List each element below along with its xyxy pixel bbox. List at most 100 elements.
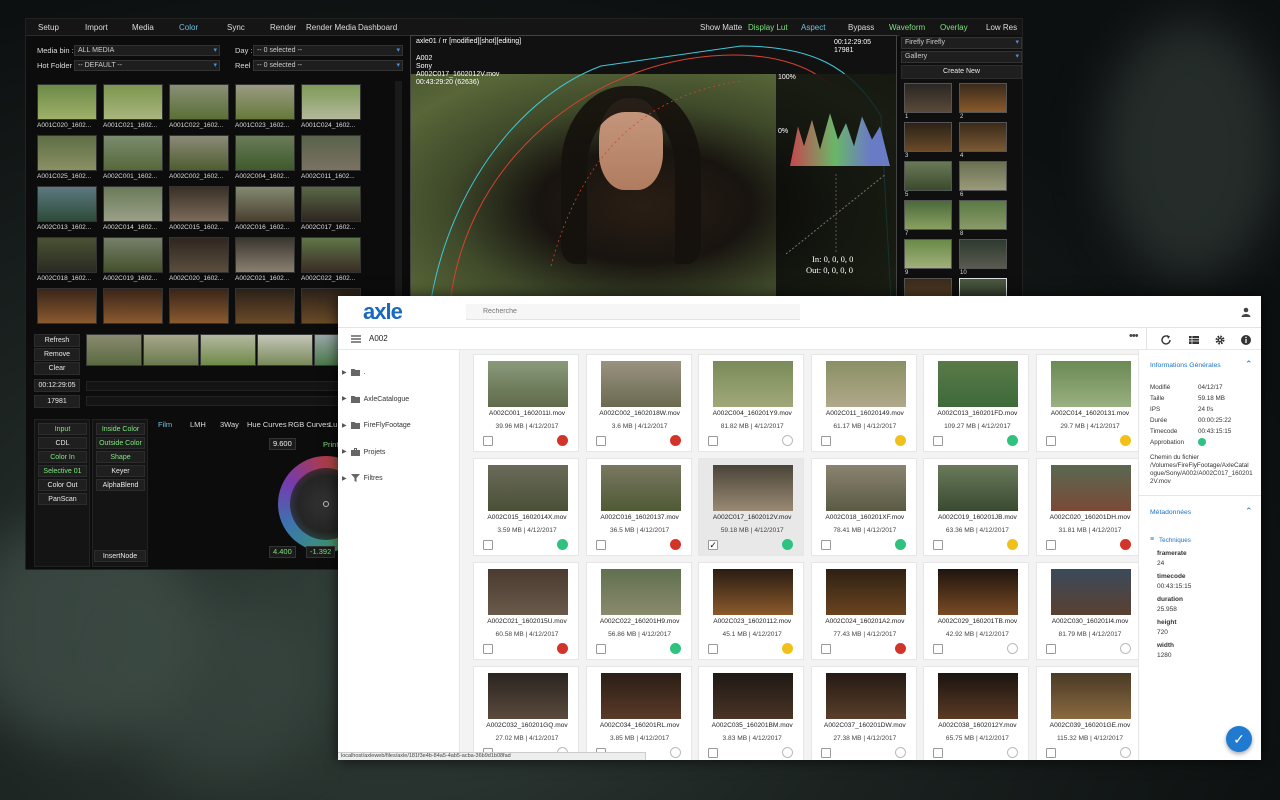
reel-dropdown[interactable]: -- 0 selected -- (253, 60, 403, 71)
status-dot[interactable] (782, 539, 794, 550)
file-card[interactable]: A002C013_160201FD.mov 109.27 MB | 4/12/20… (923, 354, 1030, 452)
gallery-thumbnail[interactable] (904, 83, 952, 113)
timeline-track[interactable] (86, 396, 364, 406)
chevron-up-icon[interactable]: ⌃ (1245, 359, 1253, 370)
file-card[interactable]: A002C014_16020131.mov 29.7 MB | 4/12/2017 (1036, 354, 1138, 452)
refresh-icon[interactable] (1160, 334, 1172, 346)
node-alphablend[interactable]: AlphaBlend (96, 479, 145, 491)
gallery-thumbnail[interactable] (959, 122, 1007, 152)
status-dot[interactable] (669, 643, 681, 654)
bin-clip-thumbnail[interactable] (103, 186, 163, 222)
confirm-fab-button[interactable]: ✓ (1226, 726, 1252, 752)
file-card[interactable]: A002C021_1602015U.mov 60.58 MB | 4/12/201… (473, 562, 579, 660)
node-shape[interactable]: Shape (96, 451, 145, 463)
file-card[interactable]: A002C017_1602012V.mov 59.18 MB | 4/12/201… (698, 458, 805, 556)
menu-show-matte[interactable]: Show Matte (700, 23, 742, 32)
status-dot[interactable] (1007, 539, 1019, 550)
list-view-icon[interactable] (1188, 334, 1200, 346)
node-keyer[interactable]: Keyer (96, 465, 145, 477)
bin-clip-thumbnail[interactable] (235, 237, 295, 273)
status-dot[interactable] (1120, 539, 1131, 550)
tab-film[interactable]: Film (158, 420, 172, 429)
status-dot[interactable] (669, 747, 681, 758)
menu-color[interactable]: Color (179, 23, 198, 32)
value-bottom-right[interactable]: -1.392 (306, 546, 336, 558)
file-card[interactable]: A002C020_160201DH.mov 31.81 MB | 4/12/201… (1036, 458, 1138, 556)
status-dot[interactable] (1007, 747, 1019, 758)
file-card[interactable]: A002C037_160201DW.mov 27.38 MB | 4/12/201… (810, 666, 917, 760)
status-dot[interactable] (1120, 747, 1131, 758)
bin-clip-thumbnail[interactable] (169, 237, 229, 273)
bin-clip-thumbnail[interactable] (169, 186, 229, 222)
file-thumbnail[interactable] (1051, 361, 1131, 407)
node-inside-color[interactable]: Inside Color (96, 423, 145, 435)
file-thumbnail[interactable] (825, 361, 906, 407)
status-dot[interactable] (782, 643, 794, 654)
bin-clip-thumbnail[interactable] (169, 84, 229, 120)
gallery-thumbnail[interactable] (959, 200, 1007, 230)
bin-clip-thumbnail[interactable] (301, 237, 361, 273)
bin-clip-thumbnail[interactable] (235, 186, 295, 222)
account-icon[interactable] (1241, 307, 1251, 317)
bin-clip-thumbnail[interactable] (169, 135, 229, 171)
file-card[interactable]: A002C002_1602018W.mov 3.6 MB | 4/12/2017 (585, 354, 692, 452)
timeline-track[interactable] (86, 381, 364, 391)
file-thumbnail[interactable] (713, 465, 794, 511)
file-checkbox[interactable] (820, 748, 831, 758)
file-checkbox[interactable] (483, 540, 493, 550)
bin-clip-thumbnail[interactable] (301, 186, 361, 222)
bin-clip-thumbnail[interactable] (37, 135, 97, 171)
timeline-clip[interactable] (200, 334, 256, 366)
file-thumbnail[interactable] (938, 673, 1019, 719)
more-icon[interactable]: ••• (1129, 330, 1139, 342)
menu-setup[interactable]: Setup (38, 23, 59, 32)
file-checkbox[interactable] (1046, 748, 1056, 758)
gallery-thumbnail[interactable] (904, 239, 952, 269)
gallery-thumbnail[interactable] (959, 239, 1007, 269)
search-input[interactable] (466, 304, 800, 320)
file-checkbox[interactable] (933, 644, 944, 654)
tree-item-projets[interactable]: ▶ Projets (342, 447, 385, 456)
node-outside-color[interactable]: Outside Color (96, 437, 145, 449)
tab-rgb-curves[interactable]: RGB Curves (288, 420, 330, 429)
project-dropdown[interactable]: Firefly Firefly (901, 37, 1022, 49)
value-bottom-left[interactable]: 4.400 (269, 546, 296, 558)
menu-overlay[interactable]: Overlay (940, 23, 968, 32)
day-dropdown[interactable]: -- 0 selected -- (253, 45, 403, 56)
file-thumbnail[interactable] (825, 673, 906, 719)
tree-item-root[interactable]: ▶. (342, 368, 366, 376)
file-checkbox[interactable] (933, 436, 944, 446)
menu-sync[interactable]: Sync (227, 23, 245, 32)
viewer[interactable]: 100% 0% In: 0, 0, 0, 0 Out: 0, 0, 0, 0 a… (410, 35, 897, 299)
file-checkbox[interactable] (595, 540, 606, 550)
tree-item-fireflyfootage[interactable]: ▶ FireFlyFootage (342, 421, 411, 429)
file-thumbnail[interactable] (600, 673, 681, 719)
file-thumbnail[interactable] (488, 465, 568, 511)
file-card[interactable]: A002C004_160201Y9.mov 81.82 MB | 4/12/201… (698, 354, 805, 452)
file-checkbox[interactable] (708, 436, 719, 446)
file-thumbnail[interactable] (600, 465, 681, 511)
file-thumbnail[interactable] (488, 569, 568, 615)
bin-clip-thumbnail[interactable] (235, 135, 295, 171)
chevron-right-icon[interactable]: ▶ (342, 449, 347, 455)
status-dot[interactable] (782, 435, 794, 446)
menu-display-lut[interactable]: Display Lut (748, 23, 788, 32)
status-dot[interactable] (669, 435, 681, 446)
node-color-out[interactable]: Color Out (38, 479, 87, 491)
file-checkbox[interactable] (595, 644, 606, 654)
bin-clip-thumbnail[interactable] (235, 84, 295, 120)
bin-clip-thumbnail[interactable] (169, 288, 229, 324)
file-card[interactable]: A002C038_1602012Y.mov 65.75 MB | 4/12/201… (923, 666, 1030, 760)
menu-render[interactable]: Render (270, 23, 296, 32)
bin-clip-thumbnail[interactable] (235, 288, 295, 324)
tree-item-filtres[interactable]: ▶ Filtres (342, 474, 383, 482)
file-card[interactable]: A002C018_160201XF.mov 78.41 MB | 4/12/201… (810, 458, 917, 556)
info-icon[interactable] (1240, 334, 1252, 346)
chevron-right-icon[interactable]: ▶ (342, 370, 347, 376)
file-checkbox[interactable] (1046, 540, 1056, 550)
status-dot[interactable] (557, 539, 568, 550)
status-dot[interactable] (894, 643, 906, 654)
refresh-button[interactable]: Refresh (34, 334, 80, 347)
file-checkbox[interactable] (708, 748, 719, 758)
file-thumbnail[interactable] (825, 465, 906, 511)
